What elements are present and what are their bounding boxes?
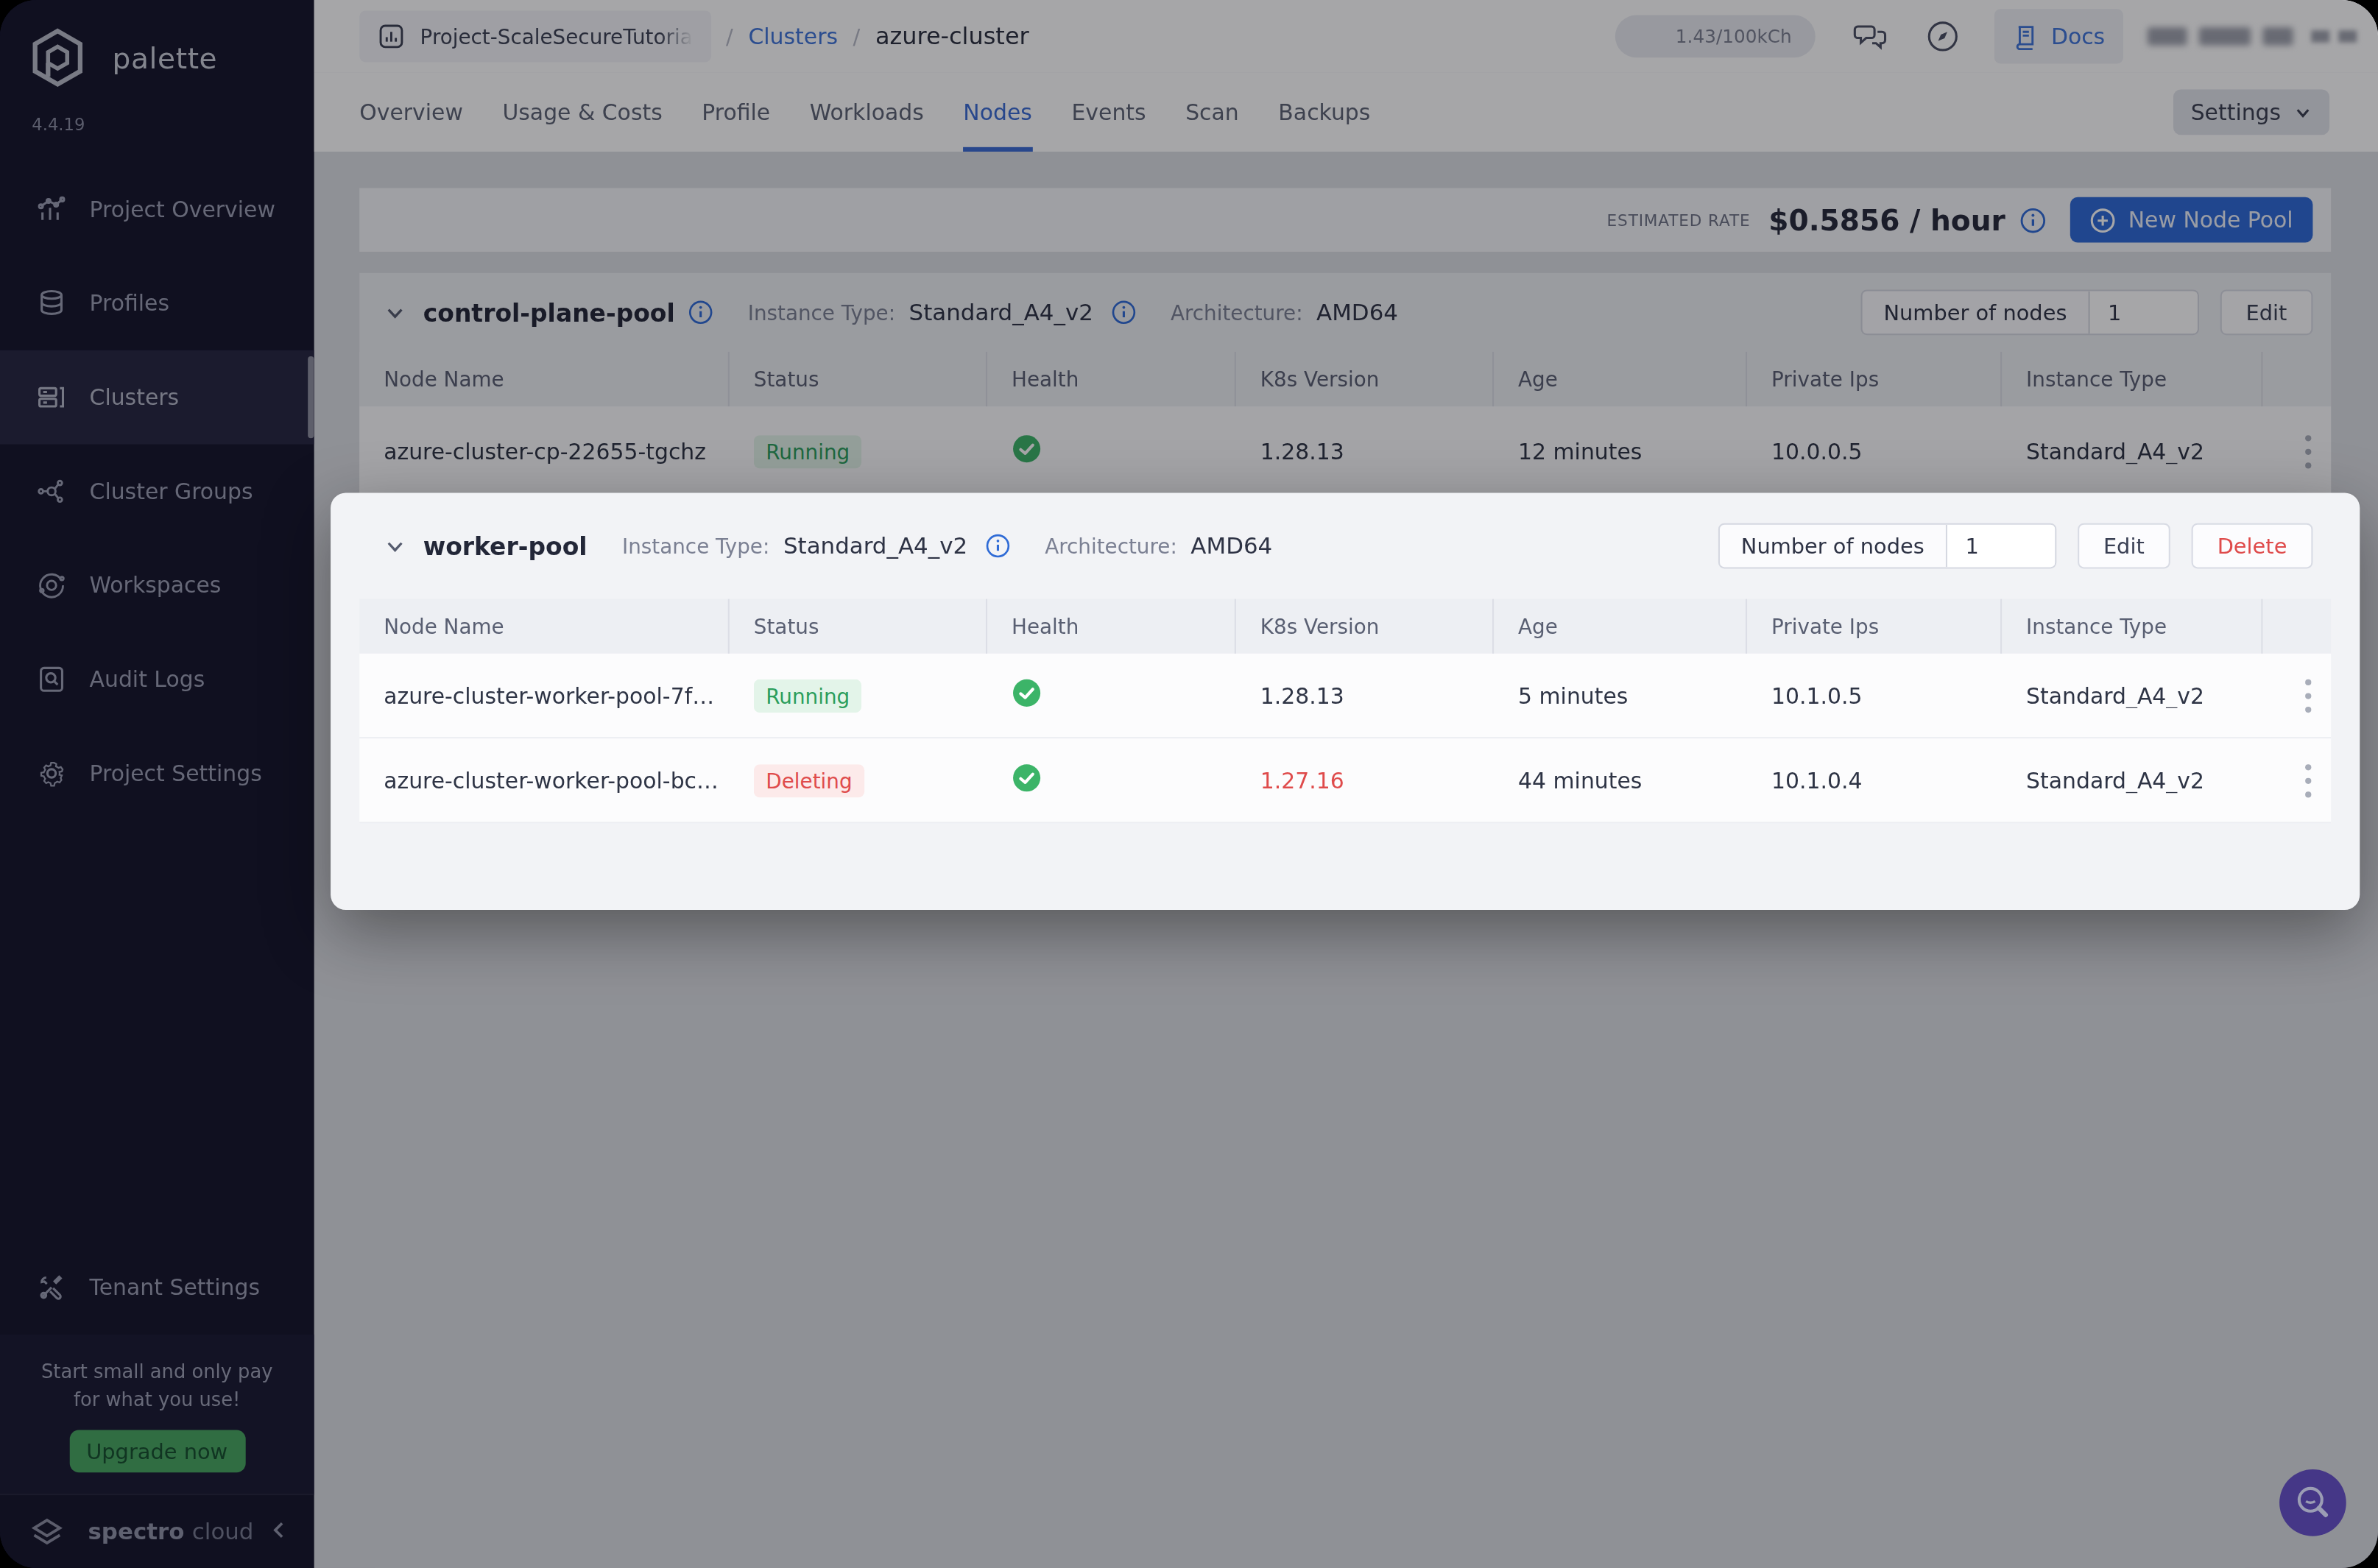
node-name-cell: azure-cluster-worker-pool-bc… xyxy=(359,768,730,792)
number-of-nodes-control: Number of nodes xyxy=(1718,523,2056,569)
delete-pool-button[interactable]: Delete xyxy=(2192,523,2313,569)
k8s-version-cell: 1.27.16 xyxy=(1236,768,1494,792)
pool-header-worker: worker-pool Instance Type: Standard_A4_v… xyxy=(359,492,2331,598)
worker-pool-spotlight-card: worker-pool Instance Type: Standard_A4_v… xyxy=(331,492,2360,909)
health-cell xyxy=(987,763,1236,797)
k8s-version-cell: 1.28.13 xyxy=(1236,683,1494,707)
col-private-ips: Private Ips xyxy=(1747,599,2002,654)
row-menu-kebab-icon[interactable] xyxy=(2262,760,2331,801)
age-cell: 44 minutes xyxy=(1494,768,1747,792)
col-node-name: Node Name xyxy=(359,599,730,654)
status-badge: Deleting xyxy=(754,763,864,797)
collapse-chevron-icon[interactable] xyxy=(384,534,406,557)
search-smile-icon xyxy=(2293,1483,2333,1523)
instance-type-cell: Standard_A4_v2 xyxy=(2002,683,2262,707)
col-instance-type: Instance Type xyxy=(2002,599,2262,654)
table-row[interactable]: azure-cluster-worker-pool-7f… Running 1.… xyxy=(359,654,2331,738)
health-cell xyxy=(987,678,1236,713)
health-check-icon xyxy=(1012,763,1042,793)
col-actions xyxy=(2262,599,2331,654)
architecture-label: Architecture: xyxy=(1045,534,1177,558)
col-age: Age xyxy=(1494,599,1747,654)
number-of-nodes-label: Number of nodes xyxy=(1720,525,1946,568)
col-status: Status xyxy=(730,599,987,654)
row-menu-kebab-icon[interactable] xyxy=(2262,675,2331,716)
table-row[interactable]: azure-cluster-worker-pool-bc… Deleting 1… xyxy=(359,738,2331,823)
instance-type-value: Standard_A4_v2 xyxy=(783,532,967,559)
architecture-value: AMD64 xyxy=(1190,532,1272,559)
col-k8s-version: K8s Version xyxy=(1236,599,1494,654)
edit-pool-button[interactable]: Edit xyxy=(2078,523,2170,569)
col-health: Health xyxy=(987,599,1236,654)
status-cell: Deleting xyxy=(730,763,987,797)
instance-type-cell: Standard_A4_v2 xyxy=(2002,768,2262,792)
private-ip-cell: 10.1.0.5 xyxy=(1747,683,2002,707)
table-header-row: Node Name Status Health K8s Version Age … xyxy=(359,599,2331,654)
status-cell: Running xyxy=(730,679,987,712)
health-check-icon xyxy=(1012,678,1042,708)
instance-type-info-icon[interactable] xyxy=(986,534,1010,558)
status-badge: Running xyxy=(754,679,862,712)
pool-name: worker-pool xyxy=(423,532,588,560)
private-ip-cell: 10.1.0.4 xyxy=(1747,768,2002,792)
number-of-nodes-input[interactable] xyxy=(1946,525,2055,568)
app-window: palette 4.4.19 Project Overview Profiles xyxy=(0,0,2378,1568)
instance-type-label: Instance Type: xyxy=(622,534,769,558)
node-name-cell: azure-cluster-worker-pool-7f… xyxy=(359,683,730,707)
age-cell: 5 minutes xyxy=(1494,683,1747,707)
pool-actions: Number of nodes Edit Delete xyxy=(1718,523,2313,569)
nodes-table-worker: Node Name Status Health K8s Version Age … xyxy=(359,599,2331,824)
support-search-fab[interactable] xyxy=(2279,1469,2346,1536)
